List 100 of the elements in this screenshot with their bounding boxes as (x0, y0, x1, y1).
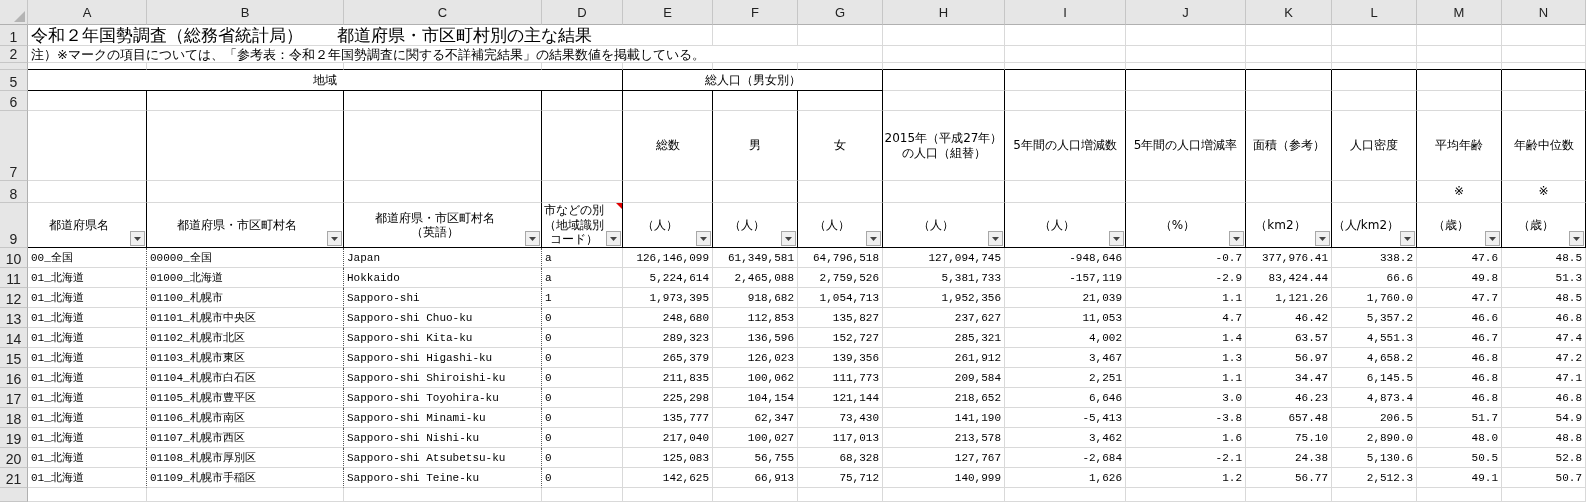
row-header[interactable]: 2 (0, 46, 28, 63)
filter-button[interactable] (1400, 231, 1415, 246)
sheet-cell[interactable] (1332, 91, 1417, 111)
filter-button[interactable] (1109, 231, 1124, 246)
sheet-cell[interactable] (28, 111, 147, 181)
sheet-cell[interactable] (1502, 91, 1586, 111)
filter-button[interactable] (606, 231, 621, 246)
sheet-cell[interactable] (1417, 70, 1502, 91)
sheet-cell[interactable] (344, 111, 542, 181)
sheet-cell[interactable] (1417, 91, 1502, 111)
sheet-cell[interactable] (713, 181, 798, 203)
column-header[interactable]: K (1246, 0, 1332, 25)
filter-button[interactable] (1315, 231, 1330, 246)
column-label: 面積（参考） (1252, 138, 1325, 153)
sheet-cell[interactable] (147, 91, 344, 111)
row-header[interactable]: 9 (0, 203, 28, 248)
column-header[interactable]: G (798, 0, 883, 25)
row-header[interactable]: 14 (0, 328, 28, 348)
sheet-cell[interactable] (1332, 181, 1417, 203)
filter-button[interactable] (1485, 231, 1500, 246)
row-header[interactable]: 16 (0, 368, 28, 388)
sheet-cell[interactable] (713, 91, 798, 111)
caret-icon (1573, 236, 1580, 241)
filter-button[interactable] (866, 231, 881, 246)
sheet-cell[interactable] (147, 111, 344, 181)
column-header[interactable]: F (713, 0, 798, 25)
sheet-cell[interactable] (344, 91, 542, 111)
table-cell: -157,119 (1005, 268, 1126, 288)
filter-button[interactable] (525, 231, 540, 246)
sheet-cell[interactable] (1502, 70, 1586, 91)
table-cell: 112,853 (713, 308, 798, 328)
filter-button[interactable] (696, 231, 711, 246)
sheet-cell[interactable] (344, 181, 542, 203)
sheet-cell[interactable] (798, 91, 883, 111)
row-header[interactable]: 19 (0, 428, 28, 448)
column-header[interactable]: A (28, 0, 147, 25)
column-header[interactable]: L (1332, 0, 1417, 25)
row-header[interactable]: 17 (0, 388, 28, 408)
sheet-cell[interactable] (1126, 181, 1246, 203)
row-header[interactable]: 1 (0, 25, 28, 46)
column-header[interactable]: M (1417, 0, 1502, 25)
row-header[interactable]: 7 (0, 111, 28, 181)
sheet-cell[interactable] (542, 111, 623, 181)
row-header[interactable]: 5 (0, 70, 28, 91)
table-cell: 2,759,526 (798, 268, 883, 288)
filter-button[interactable] (781, 231, 796, 246)
column-header[interactable]: B (147, 0, 344, 25)
sheet-cell[interactable] (623, 181, 713, 203)
sheet-cell[interactable] (1246, 91, 1332, 111)
row-header[interactable]: 20 (0, 448, 28, 468)
row-header[interactable]: 6 (0, 91, 28, 111)
column-header[interactable]: C (344, 0, 542, 25)
sheet-cell[interactable] (1332, 70, 1417, 91)
row-header[interactable]: 13 (0, 308, 28, 328)
sheet-cell[interactable] (1126, 91, 1246, 111)
row-header[interactable] (0, 488, 28, 502)
sheet-cell[interactable] (542, 181, 623, 203)
sheet-cell[interactable] (798, 181, 883, 203)
table-cell: 48.5 (1502, 288, 1586, 308)
sheet-cell[interactable] (28, 181, 147, 203)
row-header[interactable]: 8 (0, 181, 28, 203)
table-cell: 83,424.44 (1246, 268, 1332, 288)
row-header[interactable]: 21 (0, 468, 28, 488)
column-header[interactable]: H (883, 0, 1005, 25)
sheet-cell[interactable] (1005, 70, 1126, 91)
column-header[interactable]: E (623, 0, 713, 25)
sheet-cell[interactable] (883, 70, 1005, 91)
sheet-cell[interactable] (883, 181, 1005, 203)
filter-button[interactable] (988, 231, 1003, 246)
filter-button[interactable] (1569, 231, 1584, 246)
filter-button[interactable] (130, 231, 145, 246)
column-header[interactable]: N (1502, 0, 1586, 25)
sheet-cell[interactable] (1005, 181, 1126, 203)
filter-button[interactable] (327, 231, 342, 246)
row-header[interactable]: 10 (0, 248, 28, 268)
table-cell: 141,190 (883, 408, 1005, 428)
sheet-cell[interactable] (28, 91, 147, 111)
sheet-cell[interactable] (623, 91, 713, 111)
table-cell: 68,328 (798, 448, 883, 468)
row-header[interactable]: 11 (0, 268, 28, 288)
column-header[interactable]: D (542, 0, 623, 25)
row-header[interactable]: 15 (0, 348, 28, 368)
sheet-cell[interactable] (883, 91, 1005, 111)
sheet-cell[interactable] (147, 181, 344, 203)
sheet-cell[interactable] (542, 91, 623, 111)
table-cell: 3.0 (1126, 388, 1246, 408)
table-cell: 225,298 (623, 388, 713, 408)
row-header[interactable]: 12 (0, 288, 28, 308)
filter-button[interactable] (1229, 231, 1244, 246)
table-cell: 3,462 (1005, 428, 1126, 448)
column-header[interactable]: J (1126, 0, 1246, 25)
note-mark: ※ (1502, 181, 1586, 203)
sheet-cell[interactable] (1005, 91, 1126, 111)
row-header[interactable]: 18 (0, 408, 28, 428)
row-header[interactable] (0, 63, 28, 70)
sheet-cell[interactable] (1126, 70, 1246, 91)
column-header[interactable]: I (1005, 0, 1126, 25)
sheet-cell[interactable] (1246, 70, 1332, 91)
select-all-button[interactable] (0, 0, 28, 25)
sheet-cell[interactable] (1246, 181, 1332, 203)
